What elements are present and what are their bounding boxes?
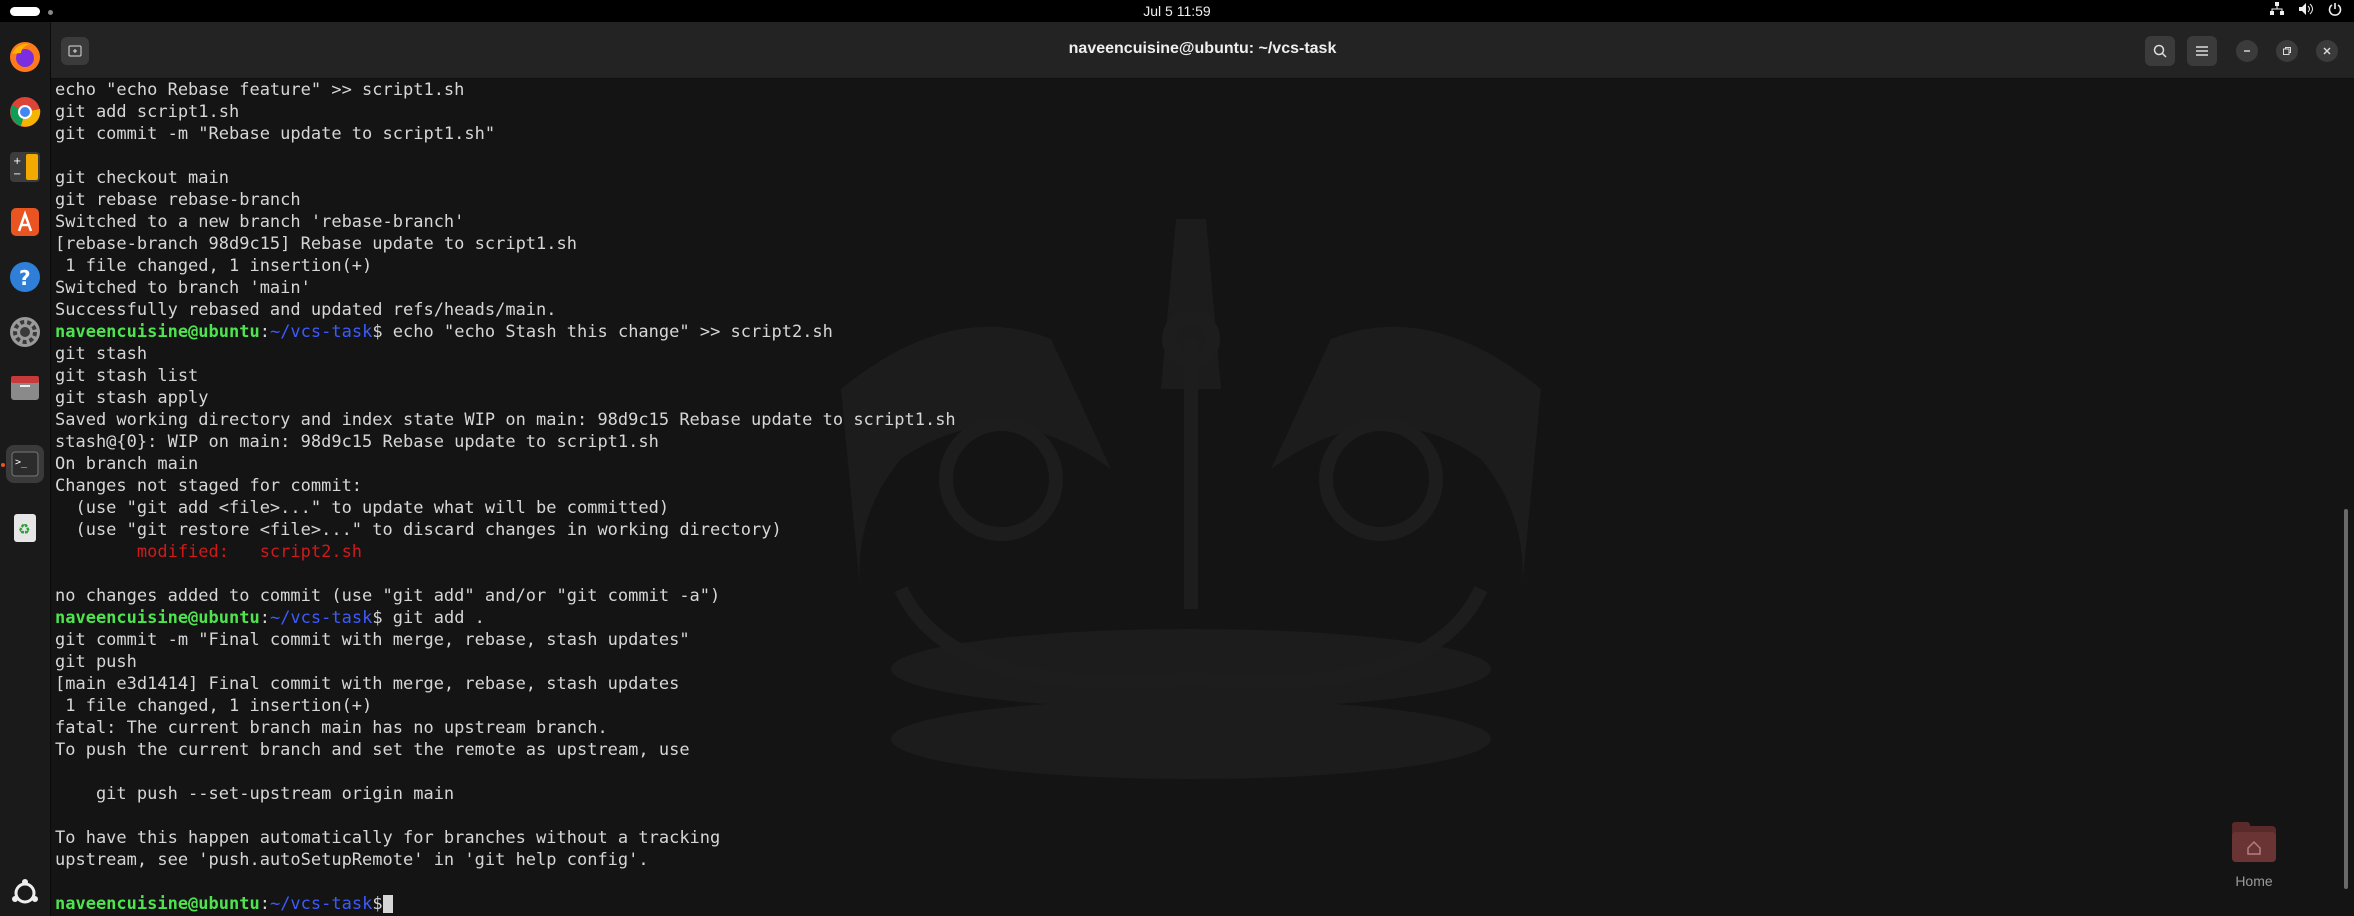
text-cursor [382, 895, 393, 913]
folder-icon [2232, 822, 2276, 862]
minimize-button[interactable] [2236, 40, 2258, 62]
svg-text:+: + [13, 156, 21, 167]
prompt-user: naveencuisine@ubuntu [55, 322, 260, 342]
output-line: fatal: The current branch main has no up… [55, 718, 608, 738]
window-title: naveencuisine@ubuntu: ~/vcs-task [1068, 40, 1337, 57]
prompt-path: ~/vcs-task [269, 894, 373, 914]
output-line: git commit -m "Final commit with merge, … [55, 630, 690, 650]
command-text: echo "echo Stash this change" >> script2… [382, 322, 833, 342]
prompt-sign: $ [372, 322, 383, 342]
output-line: git stash apply [55, 388, 209, 408]
svg-text:?: ? [19, 266, 31, 290]
output-line: (use "git restore <file>..." to discard … [55, 520, 782, 540]
svg-text:−: − [13, 169, 21, 180]
output-line: Changes not staged for commit: [55, 476, 363, 496]
terminal-header-bar: naveencuisine@ubuntu: ~/vcs-task [51, 22, 2354, 79]
search-icon [2153, 44, 2167, 58]
output-line: stash@{0}: WIP on main: 98d9c15 Rebase u… [55, 432, 659, 452]
dock: + − ? >_ ♻ [0, 22, 51, 916]
trash-icon[interactable]: ♻ [6, 508, 44, 546]
output-line: Switched to a new branch 'rebase-branch' [55, 212, 465, 232]
terminal-output: echo "echo Rebase feature" >> script1.sh… [55, 79, 956, 915]
menu-button[interactable] [2187, 36, 2217, 66]
prompt-path: ~/vcs-task [269, 608, 373, 628]
output-line: git push --set-upstream origin main [55, 784, 455, 804]
svg-text:>_: >_ [15, 457, 28, 468]
firefox-icon[interactable] [6, 38, 44, 76]
prompt-line: naveencuisine@ubuntu:~/vcs-task$ git add… [55, 607, 956, 629]
home-folder-desktop-icon[interactable]: Home [2226, 820, 2282, 898]
output-line: To push the current branch and set the r… [55, 740, 690, 760]
output-line: Saved working directory and index state … [55, 410, 956, 430]
scrollbar[interactable] [2344, 509, 2348, 889]
show-apps-icon[interactable] [6, 874, 44, 912]
output-line: On branch main [55, 454, 199, 474]
settings-icon[interactable] [6, 313, 44, 351]
files-icon[interactable] [6, 368, 44, 406]
clock[interactable]: Jul 5 11:59 [0, 3, 2354, 19]
prompt-path: ~/vcs-task [269, 322, 373, 342]
close-icon [2323, 47, 2331, 55]
prompt-line: naveencuisine@ubuntu:~/vcs-task$ echo "e… [55, 321, 956, 343]
power-icon[interactable] [2328, 2, 2342, 19]
output-line: git rebase rebase-branch [55, 190, 301, 210]
command-text: git add . [382, 608, 485, 628]
output-line: git push [55, 652, 137, 672]
close-button[interactable] [2316, 40, 2338, 62]
output-line: git commit -m "Rebase update to script1.… [55, 124, 496, 144]
search-button[interactable] [2145, 36, 2175, 66]
output-line: [main e3d1414] Final commit with merge, … [55, 674, 680, 694]
prompt-separator: : [259, 322, 270, 342]
help-icon[interactable]: ? [6, 258, 44, 296]
prompt-sign: $ [372, 608, 383, 628]
home-label: Home [2235, 873, 2273, 889]
output-line: no changes added to commit (use "git add… [55, 586, 721, 606]
output-line: git stash [55, 344, 148, 364]
prompt-line: naveencuisine@ubuntu:~/vcs-task$ [55, 893, 956, 915]
prompt-user: naveencuisine@ubuntu [55, 894, 260, 914]
network-icon[interactable] [2270, 2, 2284, 19]
restore-icon [2283, 47, 2291, 55]
output-line: Switched to branch 'main' [55, 278, 311, 298]
minimize-icon [2244, 50, 2250, 52]
output-line: 1 file changed, 1 insertion(+) [55, 256, 373, 276]
app-center-icon[interactable] [6, 203, 44, 241]
svg-text:♻: ♻ [18, 522, 31, 538]
terminal-view[interactable]: echo "echo Rebase feature" >> script1.sh… [51, 79, 2354, 916]
output-line: 1 file changed, 1 insertion(+) [55, 696, 373, 716]
prompt-user: naveencuisine@ubuntu [55, 608, 260, 628]
terminal-icon[interactable]: >_ [6, 445, 44, 483]
hamburger-icon [2196, 46, 2208, 56]
prompt-sign: $ [372, 894, 383, 914]
restore-button[interactable] [2276, 40, 2298, 62]
volume-icon[interactable] [2298, 2, 2314, 19]
output-line: git add script1.sh [55, 102, 240, 122]
output-line: git checkout main [55, 168, 229, 188]
system-tray[interactable] [2270, 2, 2342, 19]
prompt-separator: : [259, 608, 270, 628]
output-line: [rebase-branch 98d9c15] Rebase update to… [55, 234, 577, 254]
calculator-icon[interactable]: + − [6, 148, 44, 186]
prompt-separator: : [259, 894, 270, 914]
output-line: Successfully rebased and updated refs/he… [55, 300, 557, 320]
output-line: To have this happen automatically for br… [55, 828, 721, 848]
output-line: upstream, see 'push.autoSetupRemote' in … [55, 850, 649, 870]
output-line: echo "echo Rebase feature" >> script1.sh [55, 80, 465, 100]
chrome-icon[interactable] [6, 93, 44, 131]
top-bar: Jul 5 11:59 [0, 0, 2354, 22]
modified-file-line: modified: script2.sh [55, 542, 363, 562]
output-line: git stash list [55, 366, 199, 386]
output-line: (use "git add <file>..." to update what … [55, 498, 670, 518]
active-indicator [1, 463, 5, 467]
